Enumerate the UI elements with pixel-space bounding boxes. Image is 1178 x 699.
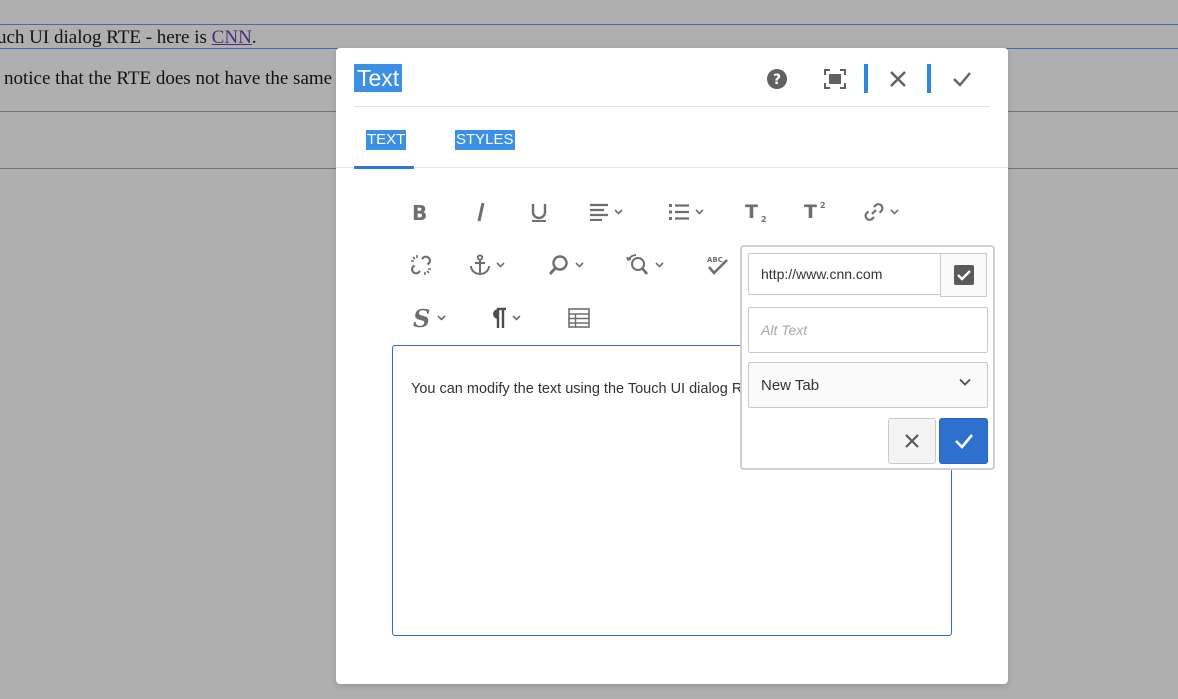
chevron-down-icon	[890, 209, 899, 215]
dialog-title: Text	[354, 64, 403, 92]
paragraph-format-dropdown[interactable]	[489, 303, 521, 333]
chevron-down-icon	[959, 378, 971, 386]
svg-text:T: T	[745, 201, 758, 223]
header-separator-2	[927, 64, 931, 93]
svg-text:2: 2	[820, 201, 826, 210]
svg-text:ABC: ABC	[707, 256, 723, 264]
done-button[interactable]	[947, 64, 977, 94]
editor-content[interactable]: You can modify the text using the Touch …	[411, 381, 751, 397]
svg-text:T: T	[804, 201, 817, 223]
link-target-select[interactable]: New Tab	[748, 362, 988, 408]
table-button[interactable]	[568, 303, 590, 333]
chevron-down-icon	[695, 209, 704, 215]
tab-styles[interactable]: STYLES	[455, 130, 515, 150]
link-dropdown[interactable]	[863, 197, 899, 227]
subscript-icon: T2	[745, 201, 767, 224]
align-left-icon	[590, 203, 608, 221]
table-icon	[568, 308, 590, 328]
styles-dropdown[interactable]: S	[412, 303, 446, 333]
bg-paragraph-1-end: .	[251, 27, 257, 48]
link-popover: http://www.cnn.com Alt Text New Tab	[740, 245, 995, 470]
checkmark-icon	[954, 434, 973, 449]
bold-icon: B	[412, 201, 427, 223]
chevron-down-icon	[655, 262, 664, 268]
done-icon	[953, 72, 971, 87]
chevron-down-icon	[614, 209, 623, 215]
find-replace-dropdown[interactable]	[626, 250, 664, 280]
bold-button[interactable]: B	[412, 197, 430, 227]
close-icon	[890, 71, 906, 87]
link-url-input[interactable]: http://www.cnn.com	[748, 253, 940, 295]
bg-paragraph-1: uch UI dialog RTE - here is CNN.	[0, 27, 257, 49]
chevron-down-icon	[496, 262, 505, 268]
cnn-link[interactable]: CNN	[212, 27, 252, 48]
active-tab-indicator	[354, 166, 414, 169]
fullscreen-icon	[824, 69, 846, 89]
tabs-divider	[336, 167, 1008, 168]
chevron-down-icon	[437, 315, 446, 321]
style-s-icon: S	[413, 305, 430, 331]
header-divider	[354, 106, 990, 107]
checkbox-checked-icon	[953, 265, 974, 285]
alt-text-input[interactable]: Alt Text	[748, 307, 988, 353]
tab-text[interactable]: TEXT	[366, 130, 407, 150]
spellcheck-icon: ABC	[707, 256, 728, 275]
pilcrow-icon	[493, 307, 506, 328]
chevron-down-icon	[575, 262, 584, 268]
anchor-dropdown[interactable]	[469, 250, 505, 280]
help-button[interactable]: ?	[762, 64, 792, 94]
italic-icon	[477, 202, 485, 222]
bg-paragraph-1-text: uch UI dialog RTE - here is	[0, 27, 212, 48]
superscript-button[interactable]: T2	[804, 197, 828, 227]
svg-text:B: B	[412, 201, 427, 223]
help-icon: ?	[767, 69, 787, 89]
underline-icon	[531, 204, 547, 222]
anchor-icon	[470, 254, 490, 275]
search-icon	[548, 255, 568, 275]
link-cancel-button[interactable]	[888, 418, 936, 464]
link-icon	[864, 203, 884, 221]
header-separator	[864, 64, 868, 93]
link-target-value: New Tab	[761, 376, 820, 394]
svg-text:S: S	[413, 305, 430, 331]
svg-text:?: ?	[773, 72, 781, 88]
underline-button[interactable]	[530, 197, 548, 227]
spellcheck-button[interactable]: ABC	[706, 250, 730, 280]
superscript-icon: T2	[804, 201, 826, 223]
unlink-icon	[411, 255, 431, 275]
list-dropdown[interactable]	[668, 197, 704, 227]
close-button[interactable]	[883, 64, 913, 94]
close-icon	[905, 434, 919, 448]
find-dropdown[interactable]	[548, 250, 584, 280]
italic-button[interactable]	[474, 197, 488, 227]
unlink-button[interactable]	[410, 250, 432, 280]
subscript-button[interactable]: T2	[745, 197, 769, 227]
bullet-list-icon	[669, 204, 689, 220]
path-browser-button[interactable]	[940, 253, 987, 297]
fullscreen-button[interactable]	[820, 64, 850, 94]
bg-paragraph-2: notice that the RTE does not have the sa…	[4, 68, 333, 89]
svg-text:2: 2	[761, 215, 767, 224]
link-apply-button[interactable]	[939, 418, 988, 464]
bg-rule-top	[0, 24, 1178, 25]
find-replace-icon	[626, 254, 648, 275]
chevron-down-icon	[512, 315, 521, 321]
justify-dropdown[interactable]	[589, 197, 623, 227]
